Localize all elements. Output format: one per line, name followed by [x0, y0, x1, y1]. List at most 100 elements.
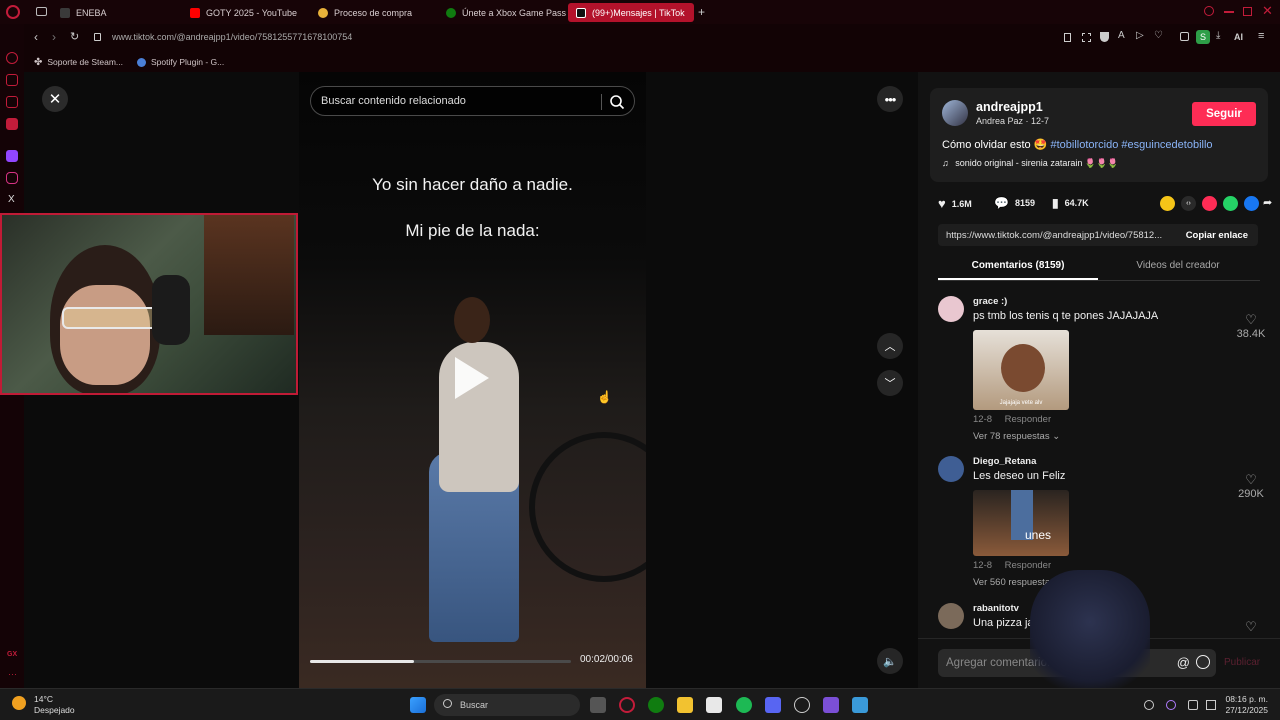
send-icon[interactable]	[1202, 196, 1217, 211]
comment-stat[interactable]: 💬 8159	[994, 196, 1035, 210]
tab-xbox[interactable]: Únete a Xbox Game Pass	[438, 3, 566, 22]
gx-logo-icon[interactable]: GX	[7, 651, 17, 658]
tab-tiktok[interactable]: (99+)Mensajes | TikTok	[568, 3, 694, 22]
translate-icon[interactable]: A	[1118, 30, 1125, 41]
related-search-input[interactable]: Buscar contenido relacionado	[310, 86, 635, 116]
comment-username[interactable]: Diego_Retana	[973, 456, 1036, 467]
mic-icon[interactable]	[1166, 700, 1176, 710]
comment-like[interactable]: ♡ 290K	[1234, 472, 1268, 500]
publish-button[interactable]: Publicar	[1224, 657, 1260, 668]
back-icon[interactable]: ‹	[34, 30, 38, 44]
gaming-icon[interactable]	[6, 96, 18, 108]
follow-button[interactable]: Seguir	[1192, 102, 1256, 126]
save-stat[interactable]: ▮ 64.7K	[1052, 196, 1089, 210]
share-arrow-icon[interactable]: ➦	[1263, 196, 1272, 209]
player-icon[interactable]: ▷	[1136, 30, 1144, 41]
download-icon[interactable]: ⤓	[1216, 30, 1220, 41]
ai-button[interactable]: AI	[1234, 32, 1243, 42]
view-replies-link[interactable]: Ver 78 respuestas ⌄	[973, 431, 1060, 442]
taskbar-clock[interactable]: 08:16 p. m. 27/12/2025	[1225, 694, 1268, 716]
tab-checkout[interactable]: Proceso de compra	[310, 3, 438, 22]
heart-icon[interactable]: ♡	[1154, 30, 1163, 41]
reply-button[interactable]: Responder	[1005, 414, 1051, 425]
video-progress-bar[interactable]	[310, 660, 571, 663]
previous-video-button[interactable]: ︿	[877, 333, 903, 359]
share-link-text[interactable]: https://www.tiktok.com/@andreajpp1/video…	[946, 230, 1162, 241]
opera-logo[interactable]	[6, 5, 20, 19]
discord-icon[interactable]	[765, 697, 781, 713]
reply-button[interactable]: Responder	[1005, 560, 1051, 571]
instagram-icon[interactable]	[6, 172, 18, 184]
gx-corner-icon[interactable]	[6, 118, 18, 130]
twitch-icon[interactable]	[6, 150, 18, 162]
tab-eneba[interactable]: ENEBA	[52, 3, 180, 22]
photos-icon[interactable]	[852, 697, 868, 713]
search-tabs-icon[interactable]	[1204, 6, 1214, 16]
tab-comments[interactable]: Comentarios (8159)	[938, 256, 1098, 280]
weather-widget[interactable]: 14°C Despejado	[12, 694, 75, 716]
close-window-icon[interactable]: ✕	[1262, 3, 1273, 19]
facebook-icon[interactable]	[1244, 196, 1259, 211]
mute-button[interactable]: 🔈	[877, 648, 903, 674]
copy-link-button[interactable]: Copiar enlace	[1186, 230, 1248, 241]
bookmark-icon[interactable]	[1064, 33, 1071, 42]
comment-username[interactable]: grace :)	[973, 296, 1007, 307]
friends-share-icon[interactable]	[1160, 196, 1175, 211]
comment-sticker-image[interactable]: Jajajaja vete alv	[973, 330, 1069, 410]
xbox-taskbar-icon[interactable]	[648, 697, 664, 713]
video-player[interactable]: Yo sin hacer daño a nadie. Mi pie de la …	[299, 72, 646, 688]
forward-icon[interactable]: ›	[52, 30, 56, 44]
aria-icon[interactable]	[6, 52, 18, 64]
extensions-icon[interactable]	[1180, 32, 1189, 41]
close-video-button[interactable]: ✕	[42, 86, 68, 112]
comment-username[interactable]: rabanitotv	[973, 603, 1019, 614]
workspace-icon[interactable]	[6, 74, 18, 86]
comment-like[interactable]: ♡	[1234, 619, 1268, 635]
shield-icon[interactable]	[1100, 32, 1109, 42]
more-options-button[interactable]: •••	[877, 86, 903, 112]
more-icon[interactable]: ···	[8, 669, 17, 679]
menu-icon[interactable]: ≡	[1258, 30, 1264, 42]
minimize-icon[interactable]	[1224, 11, 1234, 13]
opera-gx-taskbar-icon[interactable]	[619, 697, 635, 713]
tab-youtube[interactable]: GOTY 2025 - YouTube	[182, 3, 310, 22]
bookmark-spotify[interactable]: Spotify Plugin - G...	[137, 57, 224, 67]
creator-username[interactable]: andreajpp1	[976, 100, 1043, 114]
url-field[interactable]: www.tiktok.com/@andreajpp1/video/7581255…	[112, 32, 352, 42]
bookmark-steam[interactable]: ✤ Soporte de Steam...	[34, 57, 123, 68]
x-twitter-icon[interactable]: X	[8, 194, 15, 205]
bluetooth-icon[interactable]	[1144, 700, 1154, 710]
volume-icon[interactable]	[1206, 700, 1216, 710]
tab-creator-videos[interactable]: Videos del creador	[1098, 256, 1258, 280]
search-icon[interactable]	[609, 94, 625, 110]
task-view-icon[interactable]	[590, 697, 606, 713]
snapshot-icon[interactable]	[1082, 33, 1091, 42]
apps-grid-icon[interactable]	[823, 697, 839, 713]
taskbar-search[interactable]: Buscar	[434, 694, 580, 716]
comment-avatar[interactable]	[938, 296, 964, 322]
like-stat[interactable]: ♥ 1.6M	[938, 196, 972, 211]
display-icon[interactable]	[1188, 700, 1198, 710]
mention-icon[interactable]: @	[1177, 655, 1190, 670]
emoji-icon[interactable]	[1196, 655, 1210, 669]
tab-switcher-icon[interactable]	[36, 7, 47, 16]
steam-like-icon[interactable]	[794, 697, 810, 713]
store-icon[interactable]	[706, 697, 722, 713]
reload-icon[interactable]: ↻	[70, 30, 79, 43]
creator-avatar[interactable]	[942, 100, 968, 126]
sound-row[interactable]: ♫ sonido original - sirenia zatarain 🌷🌷🌷	[942, 158, 1118, 169]
comment-avatar[interactable]	[938, 456, 964, 482]
profile-avatar[interactable]: S	[1196, 30, 1210, 44]
windows-start-icon[interactable]	[410, 697, 426, 713]
maximize-icon[interactable]	[1243, 7, 1252, 16]
whatsapp-icon[interactable]	[1223, 196, 1238, 211]
next-video-button[interactable]: ﹀	[877, 370, 903, 396]
comment-like[interactable]: ♡ 38.4K	[1234, 312, 1268, 340]
play-icon[interactable]	[455, 357, 489, 399]
file-explorer-icon[interactable]	[677, 697, 693, 713]
comment-avatar[interactable]	[938, 603, 964, 629]
new-tab-button[interactable]: +	[698, 5, 705, 19]
description-hashtags[interactable]: #tobillotorcido #esguincedetobillo	[1050, 139, 1212, 151]
comment-sticker-image[interactable]: unes	[973, 490, 1069, 556]
embed-icon[interactable]: ‹›	[1181, 196, 1196, 211]
